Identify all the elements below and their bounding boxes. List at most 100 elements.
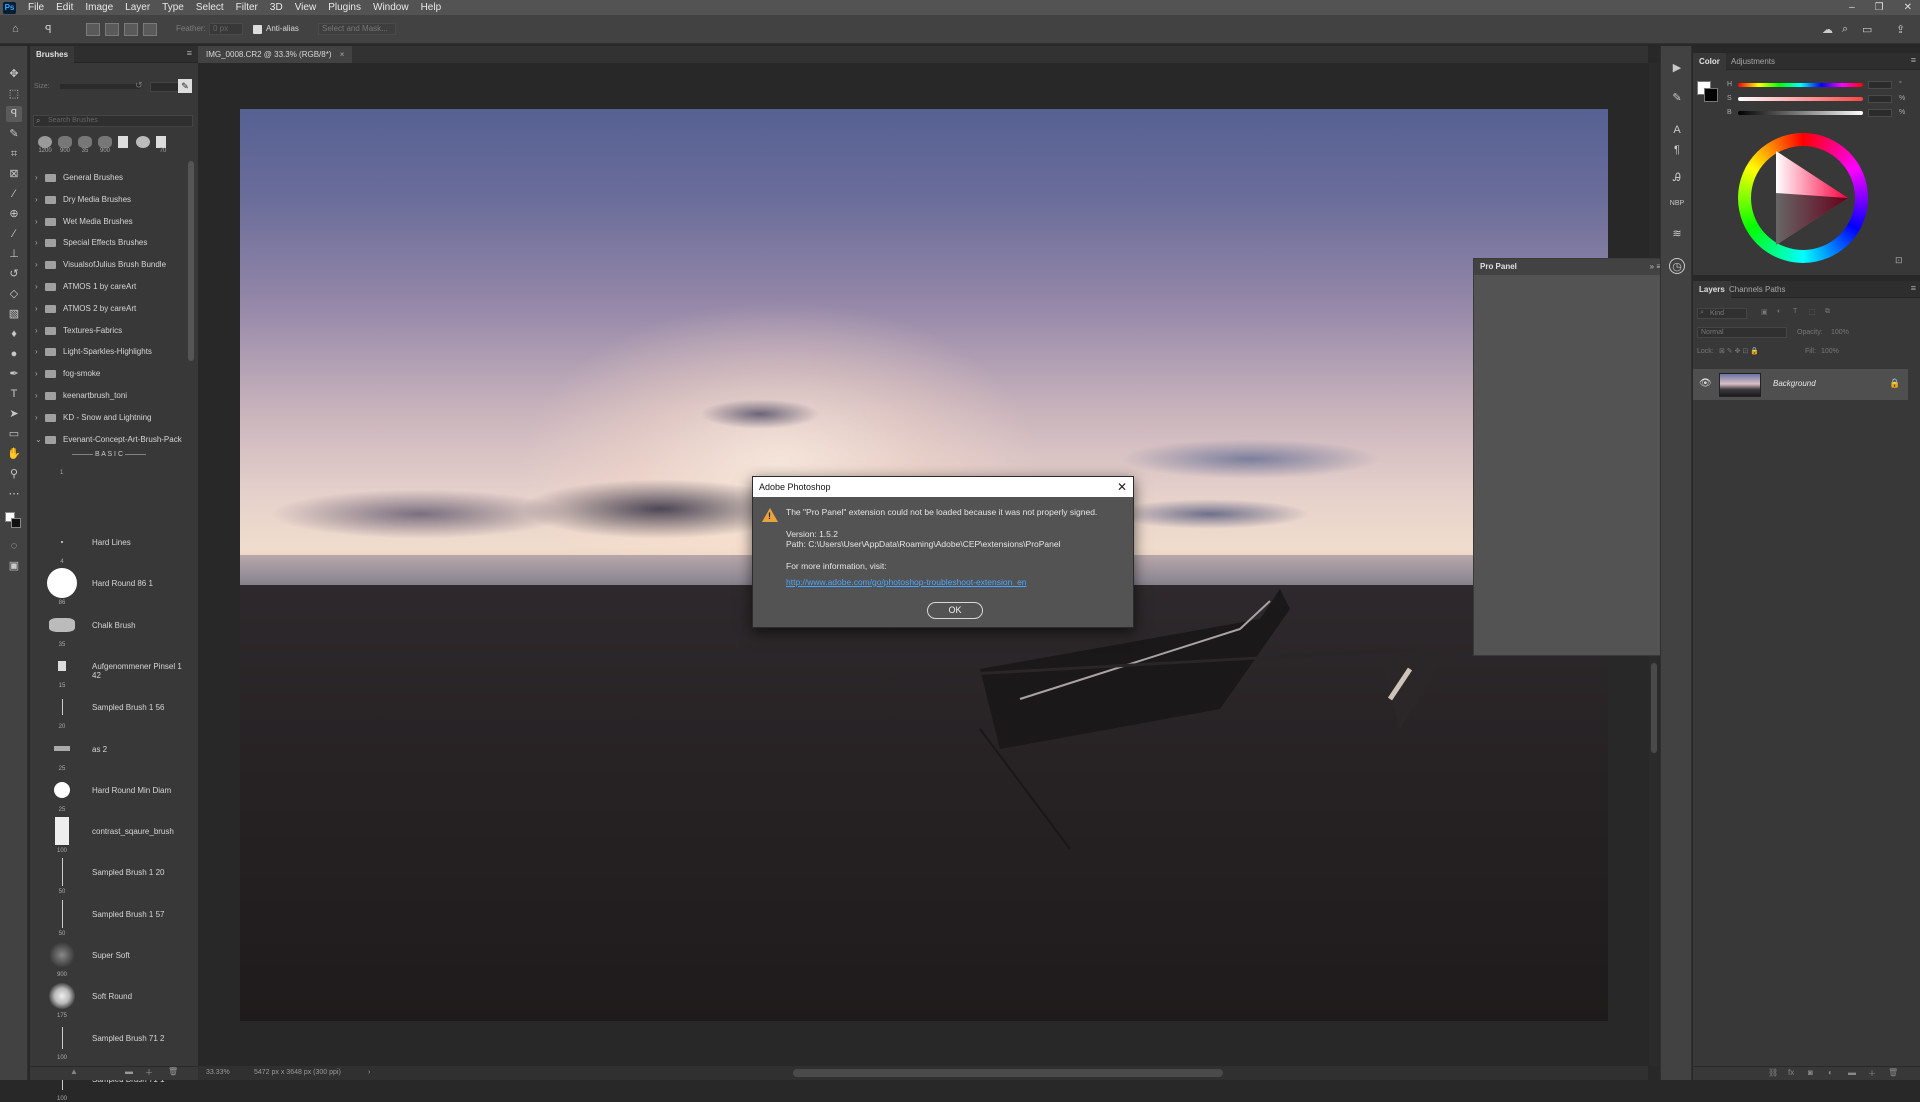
- healing-icon[interactable]: ⊕: [6, 206, 22, 222]
- brush-folder[interactable]: › Special Effects Brushes: [30, 232, 188, 254]
- trash-icon[interactable]: 🗑: [168, 1067, 178, 1076]
- document-tab[interactable]: IMG_0008.CR2 @ 33.3% (RGB/8*) ×: [198, 46, 353, 63]
- preset-brush[interactable]: [134, 135, 152, 155]
- chevron-right-icon[interactable]: ›: [35, 254, 38, 276]
- lasso-icon[interactable]: ꟼ: [6, 106, 22, 122]
- color-triangle[interactable]: [1738, 133, 1868, 263]
- brush-item[interactable]: 20 Sampled Brush 1 56: [44, 689, 188, 730]
- path-select-icon[interactable]: ➤: [6, 406, 22, 422]
- frame-icon[interactable]: ⊠: [6, 166, 22, 182]
- background-color-swatch[interactable]: [1704, 88, 1718, 102]
- lock-icons[interactable]: ⊠ ✎ ✥ ⊡ 🔒: [1719, 347, 1759, 355]
- menu-type[interactable]: Type: [156, 0, 190, 15]
- filter-shape-icon[interactable]: ⬚: [1809, 308, 1816, 316]
- brush-folder[interactable]: › ATMOS 2 by careArt: [30, 298, 188, 320]
- filter-smart-icon[interactable]: ⧉: [1825, 308, 1830, 316]
- menu-3d[interactable]: 3D: [264, 0, 289, 15]
- background-color-swatch[interactable]: [11, 518, 21, 528]
- export-icon[interactable]: ⇪: [1896, 23, 1910, 36]
- layer-name[interactable]: Background: [1773, 379, 1816, 388]
- brush-item[interactable]: 86 Hard Round 86 1: [44, 565, 188, 606]
- new-selection-icon[interactable]: [86, 23, 100, 36]
- share-icon[interactable]: ☁: [1822, 23, 1836, 36]
- menu-layer[interactable]: Layer: [119, 0, 156, 15]
- nbp-icon[interactable]: NBP: [1669, 196, 1685, 212]
- subtract-selection-icon[interactable]: [124, 23, 138, 36]
- close-icon[interactable]: ✕: [1117, 477, 1127, 497]
- brush-item[interactable]: 50 Sampled Brush 1 20: [44, 854, 188, 895]
- panel-menu-icon[interactable]: ≡: [187, 48, 192, 58]
- character-icon[interactable]: A: [1669, 122, 1685, 138]
- brush-folder[interactable]: › fog-smoke: [30, 363, 188, 385]
- screen-mode-icon[interactable]: ▣: [6, 558, 22, 574]
- feather-input[interactable]: 0 px: [209, 23, 243, 35]
- layer-filter-kind[interactable]: ⌕ Kind: [1697, 308, 1747, 319]
- brush-item[interactable]: 100 Sampled Brush 71 2: [44, 1020, 188, 1061]
- move-icon[interactable]: ✥: [6, 66, 22, 82]
- panel-menu-icon[interactable]: ≡: [1911, 55, 1916, 65]
- lock-icon[interactable]: 🔒: [1889, 378, 1900, 389]
- brush-item[interactable]: 15 Aufgenommener Pinsel 1 42: [44, 648, 188, 689]
- brush-item[interactable]: 25 as 2: [44, 731, 188, 772]
- blend-mode-select[interactable]: Normal: [1697, 327, 1787, 338]
- blur-icon[interactable]: ♦: [6, 326, 22, 342]
- history-brush-icon[interactable]: ↺: [6, 266, 22, 282]
- brush-item[interactable]: 900 Super Soft: [44, 937, 188, 978]
- brush-item[interactable]: 100 contrast_sqaure_brush: [44, 813, 188, 854]
- saturation-slider[interactable]: [1738, 97, 1863, 101]
- menu-plugins[interactable]: Plugins: [322, 0, 367, 15]
- zoom-icon[interactable]: ⚲: [6, 466, 22, 482]
- status-arrow-icon[interactable]: ›: [368, 1066, 370, 1080]
- select-and-mask-button[interactable]: Select and Mask...: [318, 23, 396, 35]
- brush-size-slider-handle[interactable]: ▲: [70, 1067, 78, 1076]
- chevron-right-icon[interactable]: ›: [35, 341, 38, 363]
- gradient-icon[interactable]: ▧: [6, 306, 22, 322]
- hand-icon[interactable]: ✋: [6, 446, 22, 462]
- brush-icon[interactable]: ∕: [6, 226, 22, 242]
- filter-adjust-icon[interactable]: ◐: [1777, 308, 1781, 315]
- chevron-right-icon[interactable]: ›: [35, 167, 38, 189]
- new-brush-icon[interactable]: ✎: [178, 79, 192, 93]
- zoom-level[interactable]: 33.33%: [206, 1066, 230, 1080]
- filter-type-icon[interactable]: T: [1793, 308, 1797, 315]
- menu-help[interactable]: Help: [415, 0, 448, 15]
- new-brush-footer-icon[interactable]: ＋: [145, 1067, 153, 1078]
- brush-folder[interactable]: › Light-Sparkles-Highlights: [30, 341, 188, 363]
- brush-folder[interactable]: › Wet Media Brushes: [30, 211, 188, 233]
- filter-pixel-icon[interactable]: ▣: [1761, 308, 1768, 316]
- scroll-thumb[interactable]: [1651, 663, 1657, 753]
- lasso-tool-preset-icon[interactable]: ꟼ: [45, 23, 59, 36]
- dialog-help-link[interactable]: http://www.adobe.com/go/photoshop-troubl…: [786, 577, 1027, 587]
- dodge-icon[interactable]: ●: [6, 346, 22, 362]
- chevron-right-icon[interactable]: ›: [35, 320, 38, 342]
- brush-folder[interactable]: › KD - Snow and Lightning: [30, 407, 188, 429]
- stamp-icon[interactable]: ⊥: [6, 246, 22, 262]
- tab-adjustments[interactable]: Adjustments: [1725, 53, 1781, 70]
- quick-select-icon[interactable]: ✎: [6, 126, 22, 142]
- play-icon[interactable]: ▶: [1669, 60, 1685, 76]
- preset-brush[interactable]: 35: [76, 135, 94, 155]
- brush-search-input[interactable]: ⌕ Search Brushes: [33, 115, 193, 127]
- brush-item[interactable]: 4 Hard Lines: [44, 524, 188, 565]
- brush-folder[interactable]: › Textures-Fabrics: [30, 320, 188, 342]
- type-icon[interactable]: T: [6, 386, 22, 402]
- chevron-right-icon[interactable]: ›: [35, 385, 38, 407]
- brush-item[interactable]: 25 Hard Round Min Diam: [44, 772, 188, 813]
- brush-item[interactable]: 35 Chalk Brush: [44, 607, 188, 648]
- marquee-icon[interactable]: ⬚: [6, 86, 22, 102]
- chevron-right-icon[interactable]: ›: [35, 276, 38, 298]
- brush-item[interactable]: 50 Sampled Brush 1 57: [44, 896, 188, 937]
- new-layer-icon[interactable]: ＋: [1868, 1068, 1876, 1079]
- brush-panel-scrollbar[interactable]: [188, 161, 194, 361]
- more-tools-icon[interactable]: ⋯: [6, 486, 22, 502]
- menu-view[interactable]: View: [289, 0, 323, 15]
- chevron-right-icon[interactable]: ›: [35, 407, 38, 429]
- menu-file[interactable]: File: [22, 0, 50, 15]
- preset-brush[interactable]: 900: [96, 135, 114, 155]
- workspace-icon[interactable]: ▭: [1862, 23, 1876, 36]
- menu-select[interactable]: Select: [190, 0, 230, 15]
- tab-paths[interactable]: Paths: [1759, 281, 1791, 298]
- opacity-value[interactable]: 100%: [1831, 329, 1849, 336]
- chevron-down-icon[interactable]: ⌄: [35, 429, 42, 451]
- eye-icon[interactable]: 👁: [1699, 378, 1712, 389]
